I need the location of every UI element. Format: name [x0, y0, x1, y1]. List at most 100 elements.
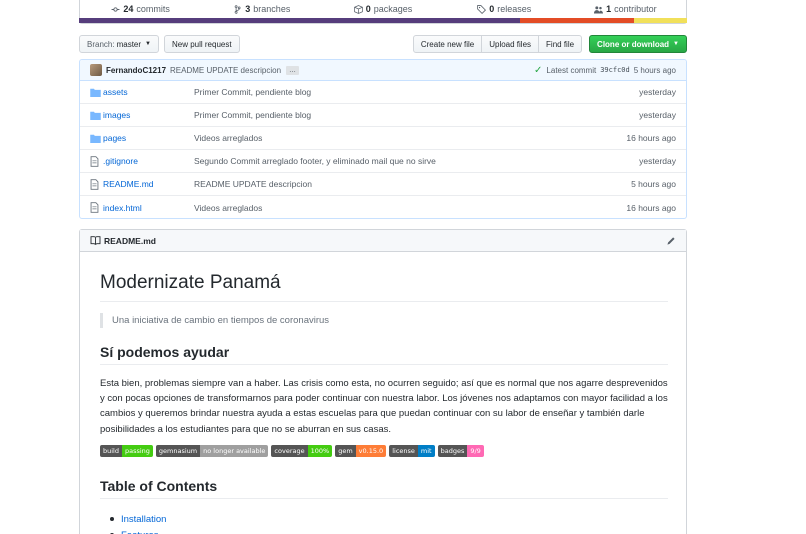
expand-commit-button[interactable]: … [286, 65, 300, 75]
readme-box: README.md Modernizate Panamá Una iniciat… [79, 229, 687, 534]
badge-coverage[interactable]: coverage 100% [271, 445, 333, 457]
toc-item-link[interactable]: Features [110, 527, 166, 534]
contributors-link[interactable]: 1 contributor [565, 4, 686, 14]
readme-filename: README.md [104, 235, 156, 246]
badge-value: 9/9 [467, 445, 484, 457]
badge-license[interactable]: license mit [389, 445, 435, 457]
packages-link[interactable]: 0 packages [322, 4, 443, 14]
badge-badges[interactable]: badges 9/9 [437, 445, 484, 457]
package-icon [353, 4, 363, 14]
badge-value: 100% [307, 445, 333, 457]
file-commit-message-link[interactable]: Primer Commit, pendiente blog [194, 110, 639, 120]
branch-prefix: Branch: [87, 39, 115, 49]
branch-name: master [116, 39, 142, 49]
new-pull-request-button[interactable]: New pull request [163, 35, 240, 53]
branches-label: branches [253, 4, 291, 14]
branches-link[interactable]: 3 branches [201, 4, 322, 14]
file-commit-message-link[interactable]: Segundo Commit arreglado footer, y elimi… [194, 156, 639, 166]
commit-age: 5 hours ago [633, 65, 676, 75]
contributors-count: 1 [606, 4, 612, 14]
badge-label: build [100, 445, 122, 457]
caret-down-icon: ▼ [145, 41, 151, 47]
file-commit-message-link[interactable]: Videos arreglados [194, 133, 626, 143]
commit-sha-link[interactable]: 39cfc0d [600, 66, 630, 74]
file-navigation-toolbar: Branch: master ▼ New pull request Create… [79, 35, 687, 53]
badge-label: badges [437, 445, 468, 457]
language-segment-html [519, 18, 635, 23]
language-segment-javascript [634, 18, 687, 23]
file-rows: assets Primer Commit, pendiente blog yeste… [80, 81, 686, 218]
commit-author-link[interactable]: FernandoC1217 [106, 66, 166, 75]
branches-count: 3 [245, 4, 251, 14]
readme-tagline: Una iniciativa de cambio en tiempos de c… [100, 313, 329, 328]
commit-meta: ✓ Latest commit 39cfc0d 5 hours ago [534, 65, 676, 76]
file-age: 16 hours ago [626, 133, 676, 143]
file-name-link[interactable]: index.html [103, 203, 194, 213]
create-new-file-button[interactable]: Create new file [412, 35, 483, 53]
file-row: images Primer Commit, pendiente blog yeste… [80, 104, 686, 127]
file-commit-message-link[interactable]: Primer Commit, pendiente blog [194, 87, 639, 97]
file-name-link[interactable]: images [103, 110, 194, 120]
folder-icon [90, 133, 101, 143]
upload-files-button[interactable]: Upload files [481, 35, 540, 53]
file-row: pages Videos arreglados 16 hours ago [80, 127, 686, 150]
commits-link[interactable]: 24 commits [80, 4, 201, 14]
releases-count: 0 [489, 4, 495, 14]
readme-header: README.md [80, 230, 686, 252]
branch-select-button[interactable]: Branch: master ▼ [79, 35, 159, 53]
people-icon [594, 5, 604, 13]
folder-icon [90, 110, 101, 120]
tag-icon [477, 4, 487, 14]
commits-count: 24 [123, 4, 134, 14]
toc-list: InstallationFeatures [110, 511, 166, 534]
file-actions-group: Create new file Upload files Find file [412, 35, 583, 53]
badge-value: no longer available [200, 445, 269, 457]
language-bar[interactable] [79, 18, 687, 23]
language-segment-css [79, 18, 520, 23]
file-age: 16 hours ago [626, 202, 676, 213]
file-age: yesterday [639, 110, 676, 120]
badge-value: mit [417, 445, 435, 457]
folder-icon [90, 87, 101, 97]
file-table: FernandoC1217 README UPDATE descripcion … [79, 59, 687, 219]
avatar[interactable] [90, 64, 102, 76]
file-icon [90, 155, 101, 167]
commit-message-link[interactable]: README UPDATE descripcion [170, 66, 281, 75]
file-age: yesterday [639, 87, 676, 97]
branch-icon [234, 4, 241, 14]
latest-commit-label: Latest commit [546, 65, 597, 75]
packages-count: 0 [365, 4, 371, 14]
file-commit-message-link[interactable]: Videos arreglados [194, 203, 626, 213]
file-row: .gitignore Segundo Commit arreglado foote… [80, 150, 686, 173]
file-name-link[interactable]: pages [103, 133, 194, 143]
file-icon [90, 202, 101, 213]
file-icon [90, 178, 101, 190]
file-name-link[interactable]: assets [103, 87, 194, 97]
releases-link[interactable]: 0 releases [444, 4, 565, 14]
badges-row: build passing gemnasium no longer available… [100, 445, 484, 457]
clone-or-download-button[interactable]: Clone or download ▼ [589, 35, 687, 53]
badge-label: gem [335, 445, 356, 457]
file-name-link[interactable]: README.md [103, 179, 194, 189]
badge-gem[interactable]: gem v0.15.0 [335, 445, 387, 457]
badge-label: coverage [271, 445, 308, 457]
toc-item-link[interactable]: Installation [110, 511, 166, 527]
readme-title: Modernizate Panamá [100, 272, 668, 302]
file-commit-message-link[interactable]: README UPDATE descripcion [194, 179, 631, 189]
badge-build[interactable]: build passing [100, 445, 153, 457]
file-name-link[interactable]: .gitignore [103, 156, 194, 166]
commits-label: commits [136, 4, 170, 14]
badge-label: license [389, 445, 418, 457]
toc-heading: Table of Contents [100, 478, 668, 499]
latest-commit-bar: FernandoC1217 README UPDATE descripcion … [80, 60, 686, 81]
badge-value: v0.15.0 [355, 445, 387, 457]
file-row: assets Primer Commit, pendiente blog yeste… [80, 81, 686, 104]
badge-gemnasium[interactable]: gemnasium no longer available [155, 445, 269, 457]
badge-value: passing [121, 445, 153, 457]
readme-paragraph: Esta bien, problemas siempre van a haber… [100, 378, 668, 435]
releases-label: releases [497, 4, 532, 14]
file-row: README.md README UPDATE descripcion 5 hour… [80, 173, 686, 196]
check-icon: ✓ [534, 64, 543, 76]
find-file-button[interactable]: Find file [538, 35, 583, 53]
pencil-icon[interactable] [666, 236, 676, 246]
